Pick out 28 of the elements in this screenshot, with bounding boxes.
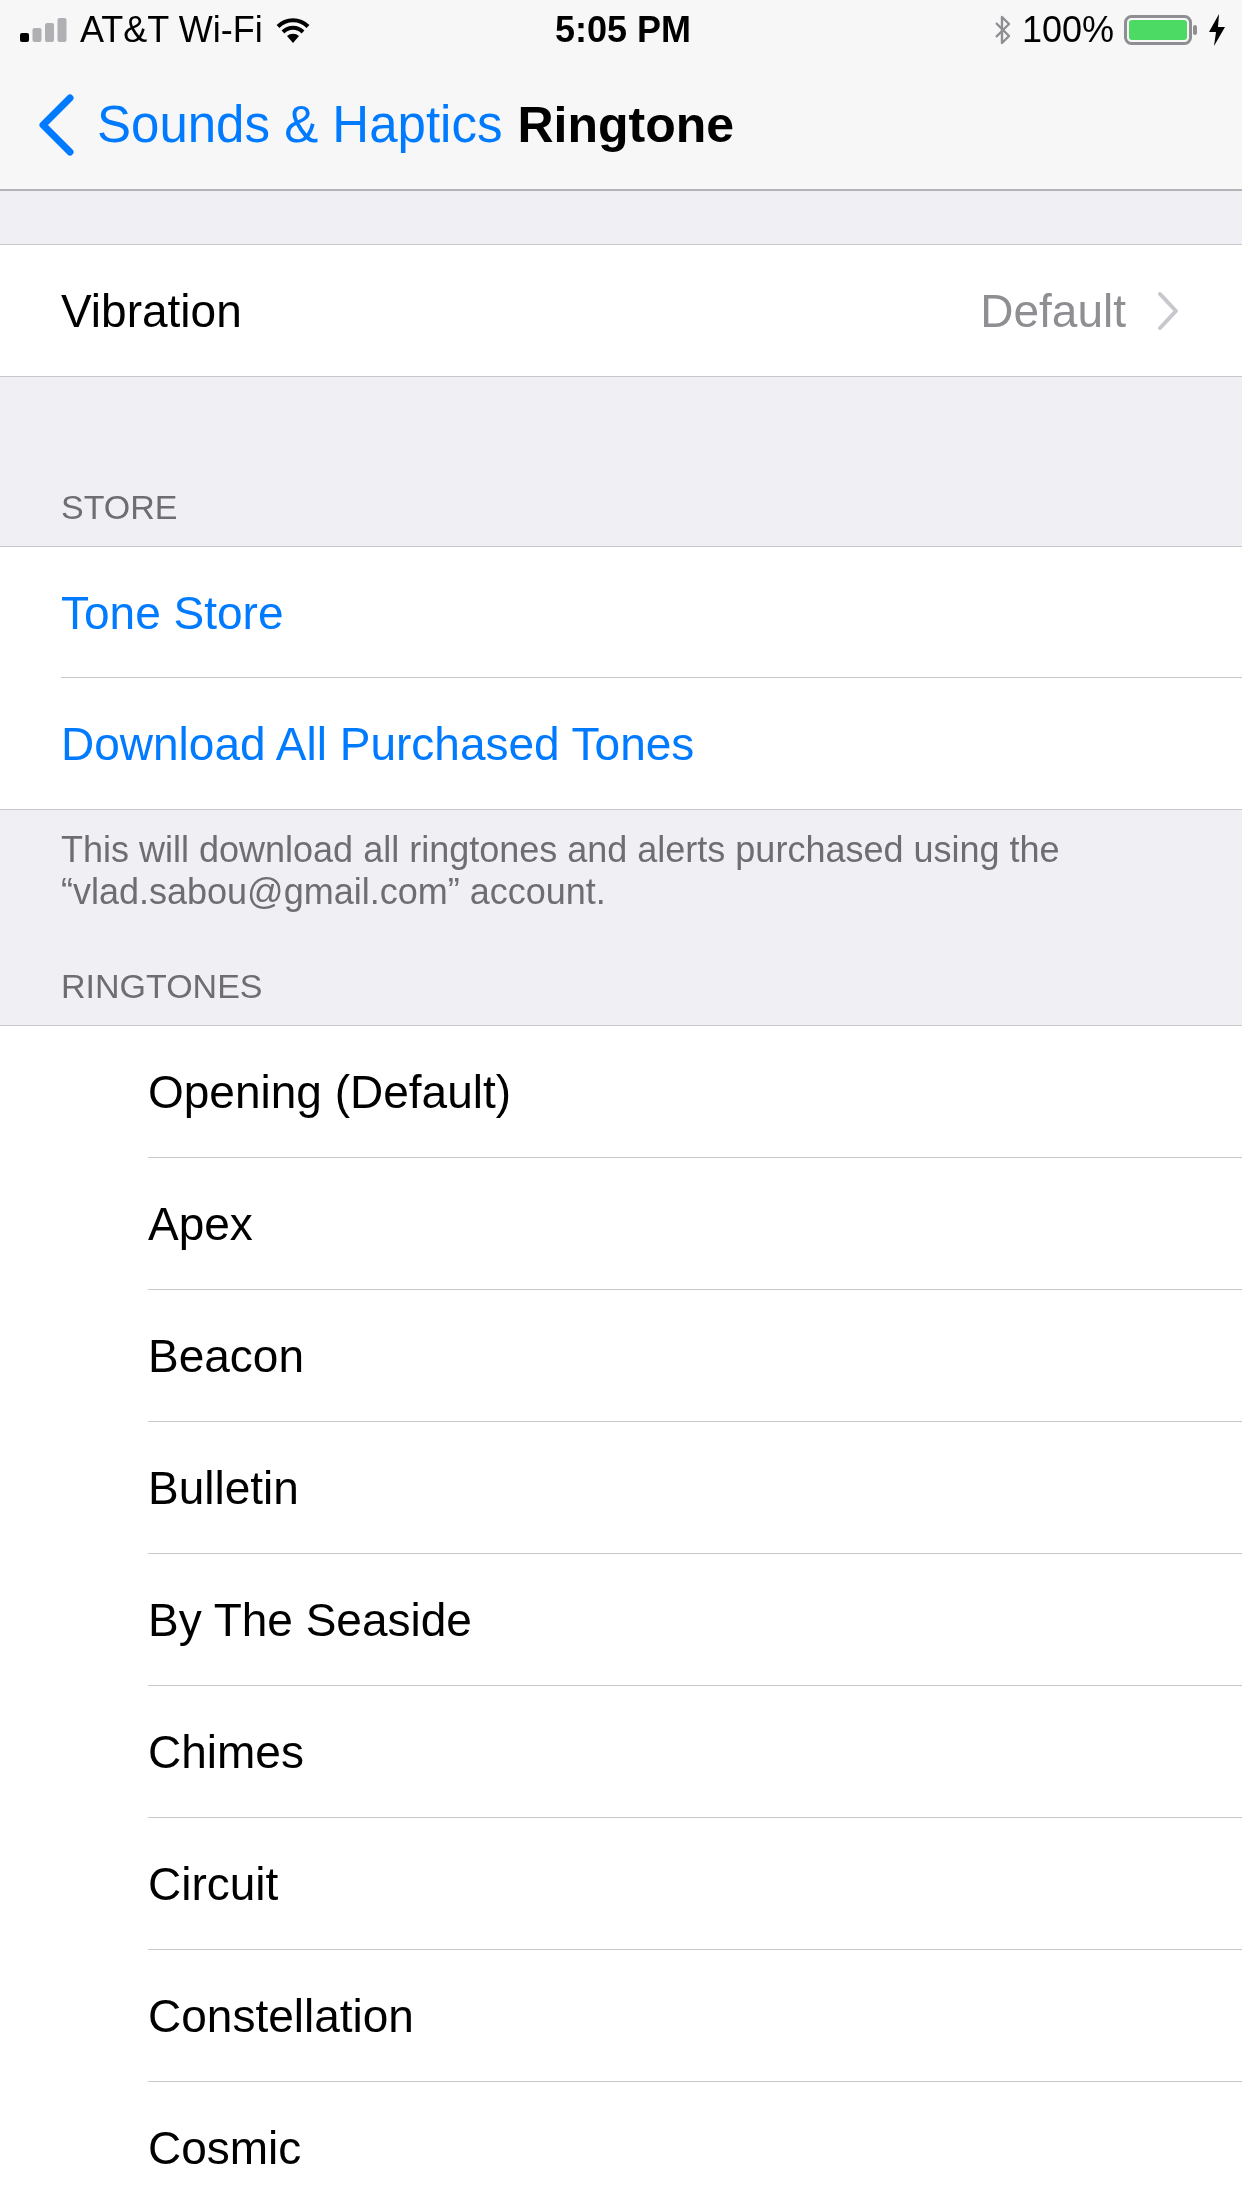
ringtone-item[interactable]: Beacon	[0, 1290, 1242, 1422]
ringtone-item[interactable]: Opening (Default)	[0, 1026, 1242, 1158]
back-button[interactable]: Sounds & Haptics	[36, 93, 503, 156]
ringtone-item[interactable]: By The Seaside	[0, 1554, 1242, 1686]
ringtone-item[interactable]: Constellation	[0, 1950, 1242, 2082]
bluetooth-icon	[993, 14, 1012, 46]
vibration-value: Default	[980, 283, 1126, 338]
store-link[interactable]: Tone Store	[0, 547, 1242, 678]
ringtone-item[interactable]: Bulletin	[0, 1422, 1242, 1554]
status-time: 5:05 PM	[554, 9, 692, 51]
battery-icon	[1124, 15, 1198, 45]
vibration-row[interactable]: Vibration Default	[0, 245, 1242, 376]
chevron-icon	[1156, 290, 1180, 331]
wifi-icon	[274, 17, 311, 43]
footer-note: This will download all ringtones and alerts purchased using the “vlad.sabou@gmail.com” account.	[61, 829, 1061, 913]
ringtone-item[interactable]: Chimes	[0, 1686, 1242, 1818]
nav-title: Ringtone	[517, 95, 735, 155]
store-link[interactable]: Download All Purchased Tones	[0, 678, 1242, 809]
vibration-label: Vibration	[61, 283, 243, 338]
ringtone-item[interactable]: Apex	[0, 1158, 1242, 1290]
signal-bars-icon	[20, 18, 68, 42]
charging-bolt-icon	[1208, 14, 1226, 46]
section-header: RINGTONES	[61, 966, 263, 1006]
carrier-name: AT&T Wi-Fi	[80, 9, 263, 51]
battery-percentage: 100%	[1021, 9, 1114, 51]
back-chevron-icon	[36, 93, 75, 156]
section-header: STORE	[61, 487, 178, 527]
ringtone-item[interactable]: Circuit	[0, 1818, 1242, 1950]
